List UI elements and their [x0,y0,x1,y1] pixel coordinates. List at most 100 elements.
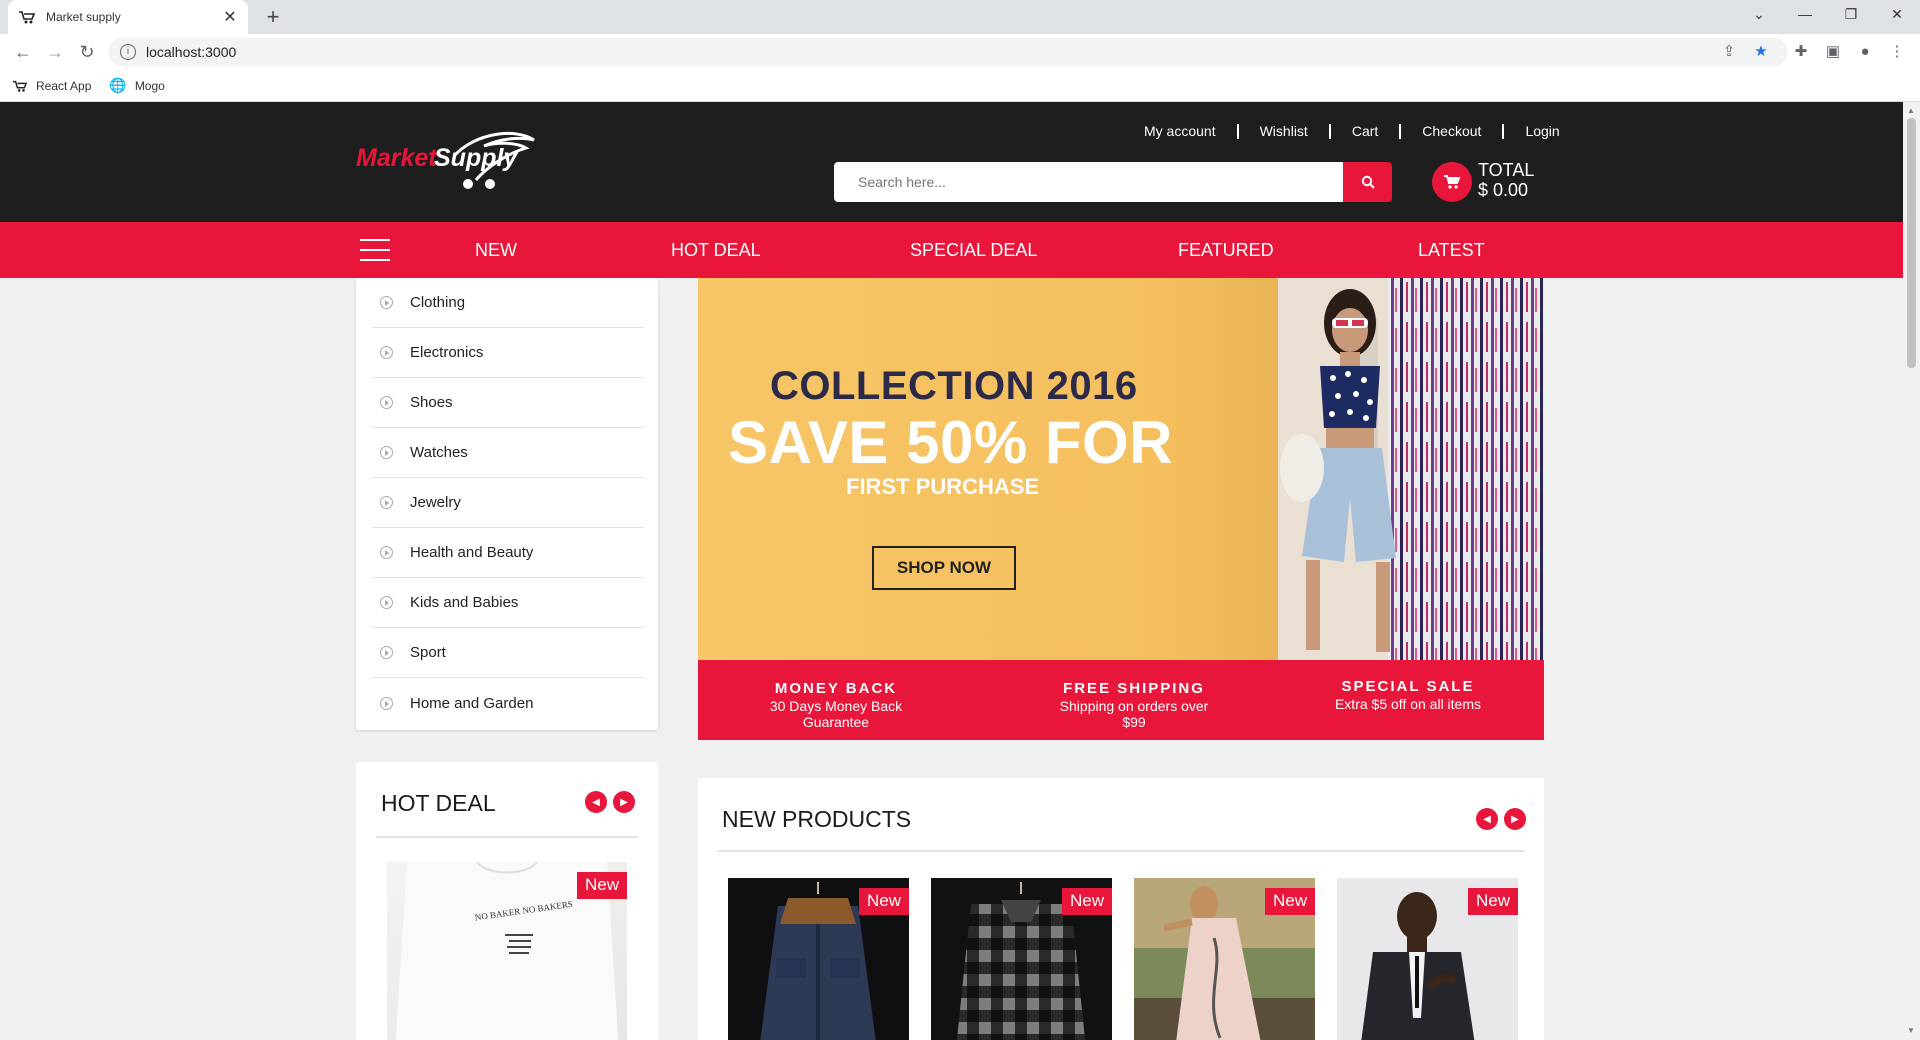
hot-deal-product-image[interactable]: NO BAKER NO BAKERS New [387,861,627,1040]
shop-now-button[interactable]: SHOP NOW [872,546,1016,590]
page-scrollbar[interactable]: ▲ ▼ [1903,102,1920,1040]
scrollbar-thumb[interactable] [1907,118,1916,368]
features-strip: MONEY BACK 30 Days Money Back Guarantee … [698,660,1544,740]
wishlist-link[interactable]: Wishlist [1239,124,1331,139]
scroll-down-icon[interactable]: ▼ [1907,1026,1915,1035]
browser-tab[interactable]: Market supply ✕ [8,0,248,34]
feature-free-shipping: FREE SHIPPING Shipping on orders over $9… [1054,680,1214,730]
hot-deal-panel: HOT DEAL ◀ ▶ NO BAKER NO BAKERS New [356,762,658,1040]
profile-icon[interactable]: ● [1854,41,1876,63]
tab-search-icon[interactable]: ⌄ [1744,6,1774,23]
cart-total: TOTAL $ 0.00 [1478,160,1534,200]
menu-kebab-icon[interactable]: ⋮ [1886,41,1908,63]
feature-special-sale: SPECIAL SALE Extra $5 off on all items [1328,678,1488,712]
next-arrow-icon[interactable]: ▶ [1504,808,1526,830]
shopping-cart-icon [1444,175,1461,189]
bookmark-label: Mogo [134,78,165,93]
circle-arrow-icon [380,596,393,609]
extensions-icon[interactable]: ✚ [1790,41,1812,63]
search-input[interactable] [834,162,1354,202]
site-header: Market Supply My account Wishlist Cart C… [0,102,1903,222]
feature-title: SPECIAL SALE [1341,678,1475,695]
category-watches[interactable]: Watches [372,428,644,478]
category-jewelry[interactable]: Jewelry [372,478,644,528]
close-window-button[interactable]: ✕ [1882,6,1912,23]
feature-subtitle: Shipping on orders over $99 [1059,698,1209,730]
cart-button[interactable] [1432,162,1472,202]
category-clothing[interactable]: Clothing [372,278,644,328]
nav-item-special-deal[interactable]: SPECIAL DEAL [910,239,1037,261]
my-account-link[interactable]: My account [1130,124,1239,139]
react-app-favicon [13,80,28,92]
new-products-title: NEW PRODUCTS [722,806,912,832]
globe-icon: 🌐 [109,77,127,93]
bookmark-mogo[interactable]: 🌐 Mogo [109,77,164,94]
category-label: Electronics [410,344,484,361]
category-sport[interactable]: Sport [372,628,644,678]
new-badge: New [1264,888,1315,915]
new-badge: New [576,872,627,899]
forward-icon[interactable]: → [40,42,70,63]
next-arrow-icon[interactable]: ▶ [613,791,635,813]
bookmarks-bar: React App 🌐 Mogo [0,70,1920,102]
cart-link[interactable]: Cart [1331,124,1402,139]
circle-arrow-icon [380,496,393,509]
logo-market-text: Market [356,144,438,172]
feature-title: MONEY BACK [774,680,898,697]
close-tab-icon[interactable]: ✕ [222,7,238,27]
product-card-plaid-shirt[interactable]: New [931,878,1112,1040]
site-info-icon[interactable]: i [120,44,136,60]
category-kids-and-babies[interactable]: Kids and Babies [372,578,644,628]
side-panel-icon[interactable]: ▣ [1822,41,1844,63]
hot-deal-title: HOT DEAL [381,790,496,816]
hamburger-menu-icon[interactable] [360,239,390,261]
nav-item-latest[interactable]: LATEST [1418,239,1485,261]
bookmark-react-app[interactable]: React App [12,79,91,93]
nav-item-featured[interactable]: FEATURED [1178,239,1274,261]
address-toolbar: ← → ↻ i localhost:3000 [0,34,1920,70]
divider [376,836,638,838]
category-sidebar: Clothing Electronics Shoes Watches Jewel… [356,278,658,730]
circle-arrow-icon [380,296,393,309]
bookmark-label: React App [36,78,92,93]
share-icon[interactable]: ⇪ [1718,41,1740,63]
login-link[interactable]: Login [1504,124,1559,139]
category-label: Clothing [410,294,466,311]
product-card-floral-dress[interactable]: New [1134,878,1315,1040]
back-icon[interactable]: ← [8,42,38,63]
feature-money-back: MONEY BACK 30 Days Money Back Guarantee [756,680,916,730]
category-electronics[interactable]: Electronics [372,328,644,378]
category-shoes[interactable]: Shoes [372,378,644,428]
category-health-and-beauty[interactable]: Health and Beauty [372,528,644,578]
browser-tab-strip: Market supply ✕ + ⌄ — ❐ ✕ [0,0,1920,34]
bookmark-star-icon[interactable]: ★ [1750,41,1772,63]
search-button[interactable] [1343,162,1392,202]
category-home-and-garden[interactable]: Home and Garden [372,678,644,728]
restore-button[interactable]: ❐ [1836,6,1866,23]
top-links: My account Wishlist Cart Checkout Login [1130,124,1560,139]
feature-title: FREE SHIPPING [1063,680,1205,697]
category-label: Shoes [410,394,453,411]
product-card-suit[interactable]: New [1337,878,1518,1040]
reload-icon[interactable]: ↻ [72,42,102,63]
new-badge: New [1061,888,1112,915]
scroll-up-icon[interactable]: ▲ [1907,106,1915,115]
banner-subtitle: FIRST PURCHASE [846,474,1040,499]
address-bar[interactable]: i localhost:3000 [108,38,1788,66]
market-supply-logo[interactable]: Market Supply [356,128,536,194]
cart-total-value: $ 0.00 [1478,180,1529,200]
circle-arrow-icon [380,346,393,359]
nav-item-hot-deal[interactable]: HOT DEAL [671,239,761,261]
divider [718,850,1524,852]
category-label: Watches [410,444,468,461]
prev-arrow-icon[interactable]: ◀ [1476,808,1498,830]
checkout-link[interactable]: Checkout [1401,124,1505,139]
prev-arrow-icon[interactable]: ◀ [585,791,607,813]
product-card-denim-jacket[interactable]: New [728,878,909,1040]
nav-item-new[interactable]: NEW [475,239,517,261]
main-nav: NEW HOT DEAL SPECIAL DEAL FEATURED LATES… [0,222,1903,278]
new-products-panel: NEW PRODUCTS ◀ ▶ New New New New [698,778,1544,1040]
minimize-button[interactable]: — [1790,6,1820,22]
feature-subtitle: 30 Days Money Back Guarantee [769,698,903,730]
new-tab-button[interactable]: + [260,4,286,30]
